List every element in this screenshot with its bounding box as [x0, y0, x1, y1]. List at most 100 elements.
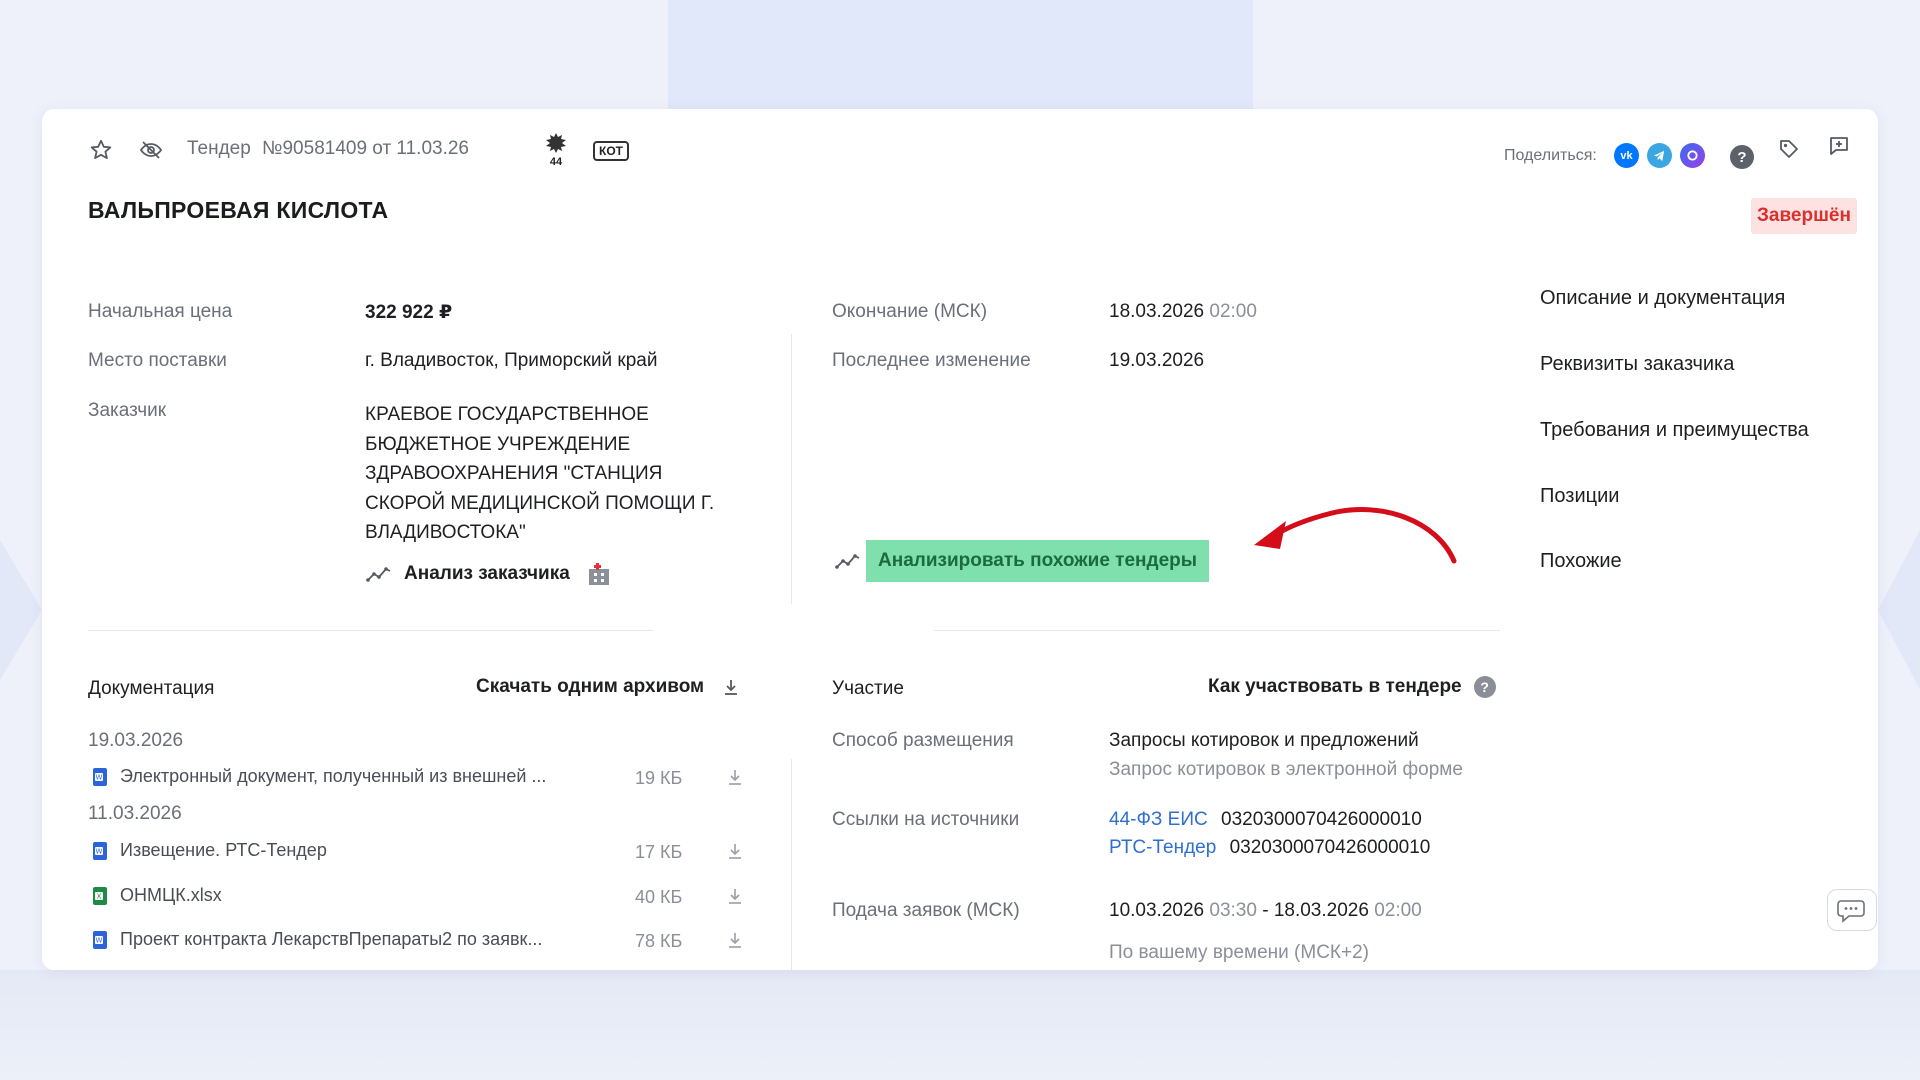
- download-archive-label: Скачать одним архивом: [476, 676, 705, 697]
- tender-label: Тендер: [187, 138, 251, 159]
- tender-heading: Тендер №90581409 от 11.03.26: [187, 138, 469, 160]
- analytics-chart-icon: [835, 551, 861, 571]
- tender-title: ВАЛЬПРОЕВАЯ КИСЛОТА: [88, 197, 389, 223]
- svg-text:W: W: [96, 936, 103, 944]
- doc-name: Электронный документ, полученный из внеш…: [120, 766, 547, 786]
- doc-name: Проект контракта ЛекарствПрепараты2 по з…: [120, 929, 543, 949]
- place-value: г. Владивосток, Приморский край: [365, 350, 658, 371]
- doc-size: 19 КБ: [635, 768, 683, 788]
- doc-row[interactable]: W Электронный документ, полученный из вн…: [92, 766, 546, 787]
- source-link-rts[interactable]: РТС-Тендер: [1109, 837, 1216, 858]
- analyze-similar-link[interactable]: Анализировать похожие тендеры: [835, 540, 1209, 582]
- max-icon[interactable]: [1680, 143, 1705, 168]
- download-archive-button[interactable]: Скачать одним архивом: [476, 676, 740, 698]
- method-subvalue: Запрос котировок в электронной форме: [1109, 759, 1463, 780]
- hide-eye-icon[interactable]: [138, 137, 164, 163]
- doc-row[interactable]: X ОНМЦК.xlsx: [92, 885, 222, 906]
- analytics-chart-icon: [366, 564, 392, 584]
- customer-line: ЗДРАВООХРАНЕНИЯ "СТАНЦИЯ: [365, 463, 663, 484]
- svg-text:W: W: [96, 773, 103, 781]
- source-link-eis[interactable]: 44-ФЗ ЕИС: [1109, 809, 1208, 830]
- doc-size: 78 КБ: [635, 931, 683, 951]
- help-icon[interactable]: ?: [1730, 145, 1754, 169]
- chat-support-icon[interactable]: [1827, 889, 1877, 931]
- download-icon[interactable]: [726, 767, 744, 787]
- method-label: Способ размещения: [832, 730, 1014, 751]
- background-shape-right: [1878, 530, 1920, 690]
- doc-group-date: 19.03.2026: [88, 730, 184, 751]
- add-comment-icon[interactable]: [1826, 133, 1852, 159]
- end-date: 18.03.2026: [1109, 301, 1205, 322]
- nav-requirements[interactable]: Требования и преимущества: [1540, 419, 1809, 442]
- source-row: РТС-Тендер 0320300070426000010: [1109, 837, 1430, 859]
- source-id: 0320300070426000010: [1229, 837, 1431, 858]
- customer-line: КРАЕВОЕ ГОСУДАРСТВЕННОЕ: [365, 404, 649, 425]
- download-icon[interactable]: [726, 930, 744, 950]
- doc-row[interactable]: W Извещение. РТС-Тендер: [92, 840, 327, 861]
- tender-number: №90581409 от 11.03.26: [262, 138, 469, 159]
- share-label: Поделиться:: [1504, 147, 1597, 164]
- doc-name: Извещение. РТС-Тендер: [120, 840, 327, 860]
- doc-name: ОНМЦК.xlsx: [120, 885, 222, 905]
- word-file-icon: W: [92, 930, 108, 950]
- doc-size: 17 КБ: [635, 842, 683, 862]
- svg-text:W: W: [96, 847, 103, 855]
- source-row: 44-ФЗ ЕИС 0320300070426000010: [1109, 809, 1422, 831]
- doc-group-date: 11.03.2026: [88, 803, 182, 824]
- customer-analysis-label: Анализ заказчика: [404, 563, 570, 584]
- column-divider: [791, 759, 792, 970]
- favorite-star-icon[interactable]: [88, 137, 114, 163]
- doc-row[interactable]: W Проект контракта ЛекарствПрепараты2 по…: [92, 929, 542, 950]
- analyze-similar-label: Анализировать похожие тендеры: [866, 540, 1209, 582]
- download-icon[interactable]: [726, 841, 744, 861]
- tender-card: Тендер №90581409 от 11.03.26 44 КОТ Поде…: [42, 109, 1878, 970]
- word-file-icon: W: [92, 767, 108, 787]
- how-to-participate-label: Как участвовать в тендере: [1208, 676, 1462, 697]
- background-bottom: [0, 970, 1920, 1080]
- submit-end-date: 18.03.2026: [1273, 900, 1369, 921]
- help-icon: ?: [1473, 676, 1496, 698]
- excel-file-icon: X: [92, 886, 108, 906]
- price-label: Начальная цена: [88, 301, 233, 322]
- method-value: Запросы котировок и предложений: [1109, 730, 1419, 751]
- download-icon[interactable]: [726, 886, 744, 906]
- sources-label: Ссылки на источники: [832, 809, 1020, 830]
- share-buttons: vk: [1614, 143, 1705, 168]
- column-divider: [791, 334, 792, 604]
- submit-end-time: 02:00: [1374, 900, 1422, 921]
- nav-similar[interactable]: Похожие: [1540, 550, 1622, 573]
- submit-start-date: 10.03.2026: [1109, 900, 1205, 921]
- svg-text:X: X: [97, 892, 102, 900]
- price-value: 322 922 ₽: [365, 302, 453, 323]
- end-label: Окончание (МСК): [832, 301, 988, 322]
- customer-name[interactable]: КРАЕВОЕ ГОСУДАРСТВЕННОЕ БЮДЖЕТНОЕ УЧРЕЖД…: [365, 400, 714, 548]
- nav-customer-details[interactable]: Реквизиты заказчика: [1540, 353, 1734, 376]
- annotation-arrow: [1254, 507, 1457, 564]
- status-badge: Завершён: [1751, 198, 1857, 234]
- background-shape-left: [0, 540, 42, 680]
- submission-label: Подача заявок (МСК): [832, 900, 1020, 921]
- coat-of-arms-44-icon: 44: [541, 131, 571, 168]
- customer-analysis-link[interactable]: Анализ заказчика: [366, 561, 612, 587]
- last-change-label: Последнее изменение: [832, 350, 1031, 371]
- nav-description-docs[interactable]: Описание и документация: [1540, 287, 1785, 310]
- local-time-note: По вашему времени (МСК+2): [1109, 942, 1369, 963]
- customer-line: ВЛАДИВОСТОКА": [365, 522, 526, 543]
- docs-heading: Документация: [88, 678, 215, 699]
- last-change-date: 19.03.2026: [1109, 350, 1205, 371]
- download-icon: [722, 677, 740, 697]
- vk-icon[interactable]: vk: [1614, 143, 1639, 168]
- telegram-icon[interactable]: [1647, 143, 1672, 168]
- how-to-participate-link[interactable]: Как участвовать в тендере ?: [1208, 676, 1496, 698]
- end-time: 02:00: [1209, 301, 1257, 322]
- tag-label-icon[interactable]: [1776, 136, 1802, 162]
- nav-positions[interactable]: Позиции: [1540, 485, 1619, 508]
- submit-separator: -: [1256, 900, 1274, 921]
- submit-start-time: 03:30: [1209, 900, 1257, 921]
- participation-heading: Участие: [832, 678, 904, 699]
- section-divider: [88, 630, 653, 631]
- end-datetime: 18.03.2026 02:00: [1109, 301, 1257, 323]
- kot-badge: КОТ: [593, 141, 629, 161]
- customer-line: СКОРОЙ МЕДИЦИНСКОЙ ПОМОЩИ Г.: [365, 492, 715, 514]
- hospital-building-icon[interactable]: [586, 561, 612, 587]
